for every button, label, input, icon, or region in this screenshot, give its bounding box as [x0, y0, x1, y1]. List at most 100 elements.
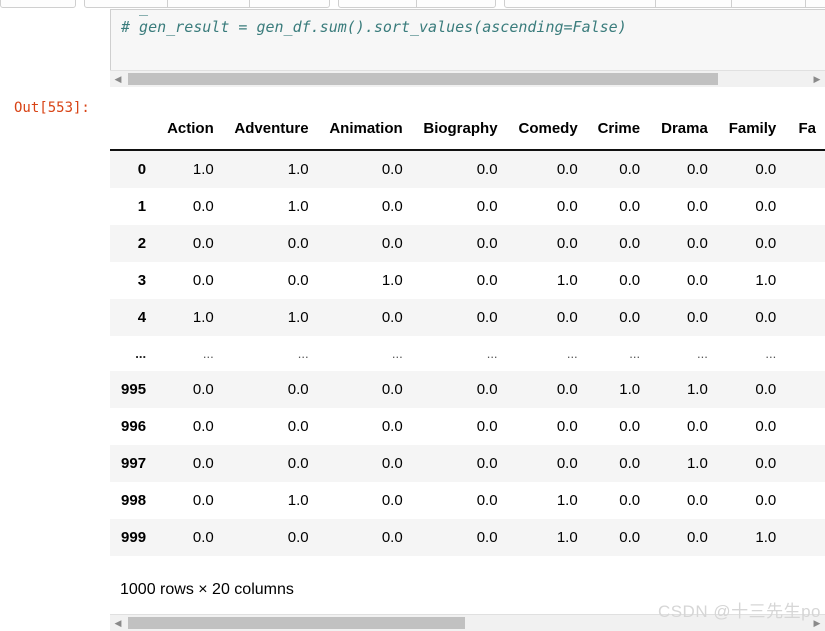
table-cell: 1.0: [222, 299, 318, 336]
table-cell: 0.0: [649, 519, 717, 556]
table-cell: 0.0: [716, 371, 786, 408]
toolbar-button-3-3[interactable]: [806, 0, 825, 7]
table-cell: 0.0: [317, 150, 412, 188]
table-cell: 0.0: [411, 371, 507, 408]
table-cell: ...: [155, 336, 223, 371]
table-cell: 0.0: [411, 299, 507, 336]
table-cell: 1.0: [222, 150, 318, 188]
row-index-label: 999: [110, 519, 156, 556]
dataframe-header-row: Action Adventure Animation Biography Comedy C…: [110, 120, 825, 151]
table-cell: 0.0: [586, 408, 650, 445]
table-cell: 0.0: [716, 445, 786, 482]
table-cell: 0.0: [155, 188, 223, 225]
table-cell: 0.0: [586, 188, 650, 225]
table-cell: ...: [649, 336, 717, 371]
table-cell: 1.0: [222, 482, 318, 519]
toolbar-button-1-2[interactable]: [250, 0, 329, 7]
dataframe-shape-caption: 1000 rows × 20 columns: [120, 581, 294, 598]
table-cell: 0.0: [649, 188, 717, 225]
table-cell: 1.0: [155, 150, 223, 188]
notebook-toolbar[interactable]: [0, 0, 825, 9]
table-cell: 0.0: [649, 299, 717, 336]
table-cell: 0.0: [155, 225, 223, 262]
table-cell: 0.0: [222, 225, 318, 262]
toolbar-button-2-0[interactable]: [339, 0, 417, 7]
table-row: 996 0.0 0.0 0.0 0.0 0.0 0.0 0.0 0.0: [110, 408, 825, 445]
code-cell-hscrollbar[interactable]: ◀ ▶: [110, 70, 825, 87]
column-header: Adventure: [222, 120, 318, 151]
table-cell: 0.0: [649, 150, 717, 188]
table-cell: [785, 519, 825, 556]
table-cell: [785, 225, 825, 262]
scroll-left-arrow-icon[interactable]: ◀: [110, 615, 126, 631]
row-index-label: 2: [110, 225, 156, 262]
table-cell: 1.0: [222, 188, 318, 225]
table-row: 3 0.0 0.0 1.0 0.0 1.0 0.0 0.0 1.0: [110, 262, 825, 299]
toolbar-group-2[interactable]: [338, 0, 496, 8]
dataframe-thead: Action Adventure Animation Biography Comedy C…: [110, 120, 825, 151]
toolbar-group-3[interactable]: [504, 0, 825, 8]
scrollbar-thumb[interactable]: [128, 73, 718, 85]
scrollbar-thumb[interactable]: [128, 617, 465, 629]
table-cell: [785, 445, 825, 482]
table-cell: 0.0: [586, 150, 650, 188]
table-cell: 0.0: [411, 188, 507, 225]
table-cell: [785, 299, 825, 336]
table-cell: 0.0: [222, 519, 318, 556]
row-index-label: 997: [110, 445, 156, 482]
table-cell: 0.0: [317, 482, 412, 519]
table-cell: 0.0: [716, 150, 786, 188]
table-cell: 0.0: [586, 262, 650, 299]
toolbar-group-1[interactable]: [84, 0, 330, 8]
toolbar-button-0-0[interactable]: [1, 0, 75, 7]
table-cell: [785, 150, 825, 188]
row-index-label: ...: [110, 336, 156, 371]
scroll-right-arrow-icon[interactable]: ▶: [809, 71, 825, 87]
table-cell: 0.0: [222, 445, 318, 482]
table-cell: ...: [506, 336, 587, 371]
table-cell: 0.0: [716, 482, 786, 519]
table-cell: 0.0: [586, 519, 650, 556]
table-cell: 0.0: [716, 299, 786, 336]
table-row: 998 0.0 1.0 0.0 0.0 1.0 0.0 0.0 0.0: [110, 482, 825, 519]
table-cell: [785, 336, 825, 371]
dataframe-tbody: 0 1.0 1.0 0.0 0.0 0.0 0.0 0.0 0.0 1 0.0 1.0 0.0 0.0 0.…: [110, 150, 825, 556]
code-line-clipped: _: [121, 10, 148, 16]
table-cell: 0.0: [155, 519, 223, 556]
table-row: 999 0.0 0.0 0.0 0.0 1.0 0.0 0.0 1.0: [110, 519, 825, 556]
table-cell: 1.0: [716, 262, 786, 299]
table-cell: 0.0: [317, 299, 412, 336]
table-cell: 1.0: [506, 482, 587, 519]
table-cell: 0.0: [716, 408, 786, 445]
scroll-left-arrow-icon[interactable]: ◀: [110, 71, 126, 87]
toolbar-button-1-0[interactable]: [85, 0, 169, 7]
toolbar-button-1-1[interactable]: [168, 0, 250, 7]
row-index-label: 998: [110, 482, 156, 519]
table-row: 1 0.0 1.0 0.0 0.0 0.0 0.0 0.0 0.0: [110, 188, 825, 225]
table-cell: 0.0: [411, 445, 507, 482]
toolbar-button-2-1[interactable]: [417, 0, 495, 7]
code-comment-line: # gen_result = gen_df.sum().sort_values(…: [121, 18, 627, 36]
table-cell: 0.0: [649, 262, 717, 299]
column-header: Family: [716, 120, 786, 151]
table-cell: 0.0: [411, 150, 507, 188]
toolbar-group-0[interactable]: [0, 0, 76, 8]
toolbar-button-3-0[interactable]: [505, 0, 657, 7]
row-index-label: 1: [110, 188, 156, 225]
table-cell: 0.0: [716, 225, 786, 262]
table-cell: [785, 188, 825, 225]
table-cell: 0.0: [716, 188, 786, 225]
table-row: 995 0.0 0.0 0.0 0.0 0.0 1.0 1.0 0.0: [110, 371, 825, 408]
code-cell-editor[interactable]: _ # gen_result = gen_df.sum().sort_value…: [111, 10, 825, 66]
table-cell: 0.0: [411, 262, 507, 299]
table-cell: 0.0: [506, 299, 587, 336]
table-cell: ...: [586, 336, 650, 371]
table-row: 4 1.0 1.0 0.0 0.0 0.0 0.0 0.0 0.0: [110, 299, 825, 336]
table-cell: 0.0: [586, 445, 650, 482]
table-row: ...........................: [110, 336, 825, 371]
column-header: Animation: [317, 120, 412, 151]
toolbar-button-3-2[interactable]: [732, 0, 807, 7]
row-index-label: 0: [110, 150, 156, 188]
dataframe-output[interactable]: Action Adventure Animation Biography Comedy C…: [110, 120, 825, 575]
toolbar-button-3-1[interactable]: [656, 0, 732, 7]
